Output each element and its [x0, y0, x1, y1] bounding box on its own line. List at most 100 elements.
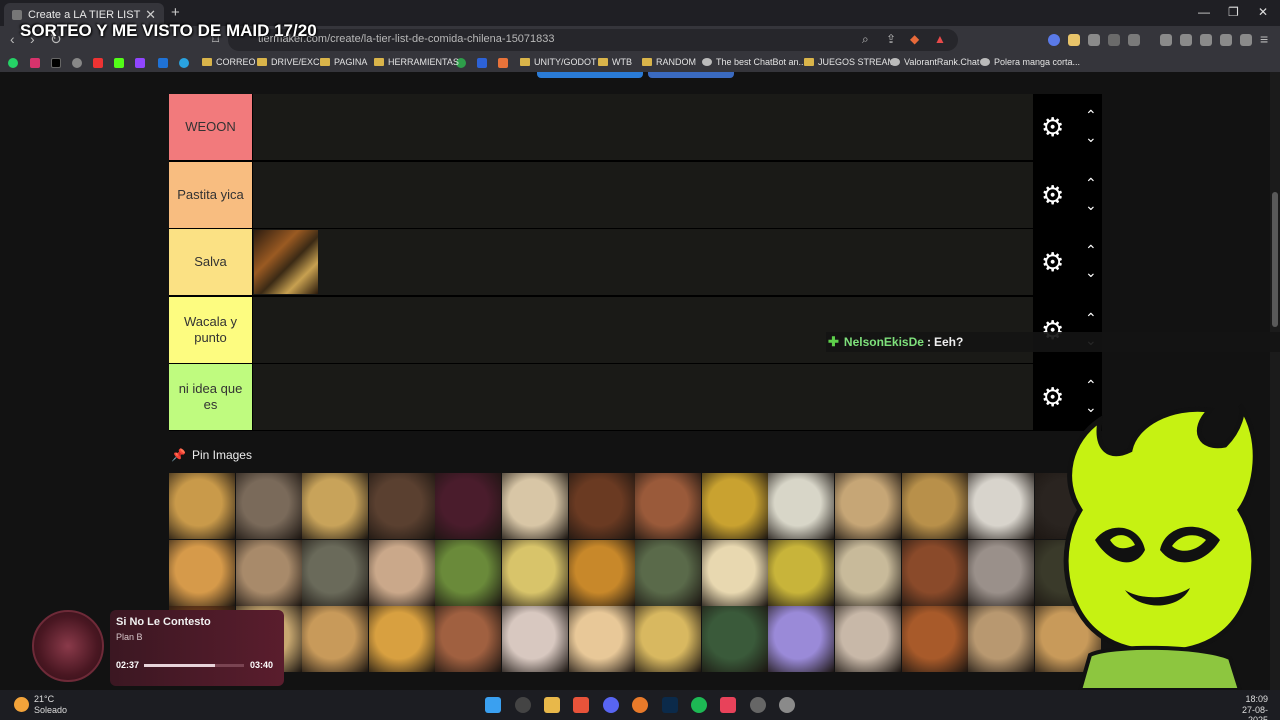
whatsapp-icon[interactable] — [8, 58, 18, 68]
brave-shield-icon[interactable]: ◆ — [910, 32, 919, 46]
food-image[interactable] — [635, 606, 702, 673]
apple-icon[interactable] — [72, 58, 82, 68]
food-image[interactable] — [302, 539, 369, 606]
extension-icon[interactable] — [1128, 34, 1140, 46]
tier-label[interactable]: Salva — [169, 229, 252, 295]
bookmark-item[interactable]: PAGINA — [320, 57, 367, 67]
valorant-icon[interactable] — [720, 697, 736, 713]
behance-icon[interactable] — [477, 58, 487, 68]
top-button[interactable] — [537, 72, 643, 78]
back-arrow-icon[interactable]: ‹ — [10, 31, 15, 47]
food-image[interactable] — [701, 606, 768, 673]
food-image[interactable] — [901, 606, 968, 673]
bookmark-site-icon[interactable] — [498, 58, 508, 68]
chevron-up-icon[interactable]: ⌃ — [1085, 378, 1097, 392]
bookmark-item[interactable]: WTB — [598, 57, 632, 67]
bookmark-item[interactable]: ValorantRank.Chat — [890, 57, 979, 67]
tier-drop-zone[interactable] — [253, 229, 1033, 295]
chevron-up-icon[interactable]: ⌃ — [1085, 176, 1097, 190]
spotify-icon[interactable] — [691, 697, 707, 713]
food-image[interactable] — [901, 473, 968, 539]
extension-icon[interactable] — [1068, 34, 1080, 46]
food-image[interactable] — [302, 473, 369, 539]
address-bar[interactable]: tiermaker.com/create/la-tier-list-de-com… — [228, 29, 958, 51]
search-icon[interactable] — [515, 697, 531, 713]
food-image[interactable] — [368, 473, 435, 539]
food-image[interactable] — [502, 539, 568, 606]
tier-label[interactable]: WEOON — [169, 94, 252, 160]
gear-icon[interactable]: ⚙ — [1041, 249, 1064, 275]
chevron-down-icon[interactable]: ⌄ — [1085, 130, 1097, 144]
food-image[interactable] — [568, 606, 635, 673]
page-scrollbar[interactable] — [1270, 72, 1280, 690]
telegram-icon[interactable] — [179, 58, 189, 68]
minimize-button[interactable]: — — [1198, 5, 1210, 19]
food-image[interactable] — [968, 539, 1035, 606]
instagram-icon[interactable] — [30, 58, 40, 68]
placed-food-image[interactable] — [254, 230, 318, 294]
food-image[interactable] — [968, 606, 1035, 673]
leo-icon[interactable] — [1220, 34, 1232, 46]
sidebar-icon[interactable] — [1180, 34, 1192, 46]
food-image[interactable] — [235, 539, 302, 606]
zoom-icon[interactable]: ⌕ — [862, 32, 869, 47]
extension-icon[interactable] — [1048, 34, 1060, 46]
x-icon[interactable] — [51, 58, 61, 68]
food-image[interactable] — [435, 473, 502, 539]
bookmark-item[interactable]: CORREO — [202, 57, 256, 67]
settings-icon[interactable] — [779, 697, 795, 713]
bookmark-item[interactable]: HERRAMIENTAS — [374, 57, 459, 67]
top-button[interactable] — [648, 72, 734, 78]
chevron-up-icon[interactable]: ⌃ — [1085, 243, 1097, 257]
bookmark-item[interactable]: RANDOM — [642, 57, 696, 67]
bookmark-item[interactable]: The best ChatBot an... — [702, 57, 806, 67]
food-image[interactable] — [701, 473, 768, 539]
close-window-button[interactable]: ✕ — [1258, 5, 1268, 19]
share-icon[interactable]: ⇪ — [886, 32, 896, 46]
food-image[interactable] — [635, 539, 702, 606]
food-image[interactable] — [968, 473, 1035, 539]
food-image[interactable] — [835, 473, 901, 539]
tier-drop-zone[interactable] — [253, 161, 1033, 228]
chevron-down-icon[interactable]: ⌄ — [1085, 198, 1097, 212]
food-image[interactable] — [435, 606, 502, 673]
tier-drop-zone[interactable] — [253, 94, 1033, 160]
food-image[interactable] — [169, 539, 235, 606]
food-image[interactable] — [435, 539, 502, 606]
food-image[interactable] — [835, 539, 901, 606]
file-explorer-icon[interactable] — [544, 697, 560, 713]
gear-icon[interactable]: ⚙ — [1041, 114, 1064, 140]
download-icon[interactable] — [1160, 34, 1172, 46]
food-image[interactable] — [768, 539, 835, 606]
food-image[interactable] — [768, 606, 835, 673]
app-icon[interactable] — [750, 697, 766, 713]
food-image[interactable] — [635, 473, 702, 539]
brave-rewards-icon[interactable]: ▲ — [934, 32, 946, 46]
food-image[interactable] — [368, 606, 435, 673]
brave-icon[interactable] — [573, 697, 589, 713]
chevron-up-icon[interactable]: ⌃ — [1085, 311, 1097, 325]
twitch-icon[interactable] — [135, 58, 145, 68]
tier-label[interactable]: Wacala y punto — [169, 296, 252, 363]
food-image[interactable] — [835, 606, 901, 673]
blender-icon[interactable] — [632, 697, 648, 713]
menu-icon[interactable]: ≡ — [1260, 31, 1268, 47]
food-image[interactable] — [568, 539, 635, 606]
food-image[interactable] — [568, 473, 635, 539]
bookmark-item[interactable]: DRIVE/EXC — [257, 57, 320, 67]
tier-drop-zone[interactable] — [253, 364, 1033, 430]
maximize-button[interactable]: ❐ — [1228, 5, 1239, 19]
bookmark-item[interactable]: UNITY/GODOT — [520, 57, 597, 67]
chevron-up-icon[interactable]: ⌃ — [1085, 108, 1097, 122]
food-image[interactable] — [235, 473, 302, 539]
vpn-icon[interactable] — [1240, 34, 1252, 46]
kick-icon[interactable] — [114, 58, 124, 68]
food-image[interactable] — [502, 473, 568, 539]
new-tab-button[interactable]: + — [171, 4, 180, 21]
youtube-icon[interactable] — [93, 58, 103, 68]
weather-sun-icon[interactable] — [14, 697, 29, 712]
food-image[interactable] — [368, 539, 435, 606]
tier-label[interactable]: ni idea que es — [169, 364, 252, 430]
bookmark-item[interactable]: Polera manga corta... — [980, 57, 1080, 67]
scrollbar-thumb[interactable] — [1272, 192, 1278, 327]
